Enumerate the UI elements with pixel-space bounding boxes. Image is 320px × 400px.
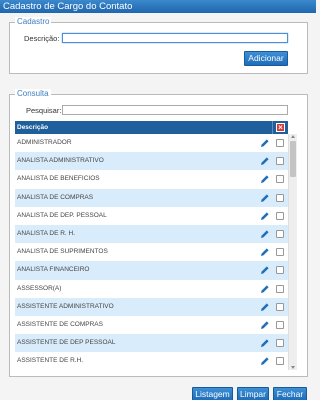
row-checkbox[interactable] <box>276 266 284 275</box>
search-input[interactable] <box>62 105 288 115</box>
edit-pencil-icon[interactable] <box>260 338 270 348</box>
table-row[interactable]: ASSISTENTE DE R.H. <box>15 352 288 370</box>
row-descricao: ANALISTA DE BENEFICIOS <box>17 175 100 183</box>
row-checkbox[interactable] <box>276 248 284 257</box>
table-row[interactable]: ANALISTA DE BENEFICIOS <box>15 170 288 188</box>
row-descricao: ANALISTA DE SUPRIMENTOS <box>17 248 108 256</box>
scroll-up-arrow-icon[interactable] <box>291 135 295 138</box>
limpar-button[interactable]: Limpar <box>237 387 269 400</box>
table-row[interactable]: ASSISTENTE DE DEP PESSOAL <box>15 334 288 353</box>
row-checkbox[interactable] <box>276 193 284 202</box>
table-row[interactable]: ANALISTA DE R. H. <box>15 224 288 244</box>
table-row[interactable]: ANALISTA FINANCEIRO <box>15 261 288 280</box>
edit-pencil-icon[interactable] <box>260 284 270 294</box>
row-descricao: ANALISTA ADMINISTRATIVO <box>17 157 104 165</box>
row-checkbox[interactable] <box>276 357 284 366</box>
column-separator <box>272 121 273 134</box>
table-row[interactable]: ANALISTA DE COMPRAS <box>15 188 288 207</box>
column-header-descricao[interactable]: Descrição <box>17 121 48 134</box>
edit-pencil-icon[interactable] <box>260 247 270 257</box>
cadastro-section: Cadastro <box>9 17 308 74</box>
delete-selected-icon[interactable]: × <box>276 123 285 132</box>
grid-body: ADMINISTRADOR ANALISTA ADMINISTRATIVO AN… <box>15 134 288 370</box>
edit-pencil-icon[interactable] <box>260 229 270 239</box>
cadastro-legend: Cadastro <box>15 17 52 27</box>
row-descricao: ADMINISTRADOR <box>17 139 72 146</box>
row-descricao: ANALISTA FINANCEIRO <box>17 266 90 274</box>
descricao-input[interactable] <box>62 33 288 43</box>
edit-pencil-icon[interactable] <box>260 302 270 312</box>
row-checkbox[interactable] <box>276 339 284 348</box>
table-row[interactable]: ASSESSOR(A) <box>15 280 288 298</box>
edit-pencil-icon[interactable] <box>260 320 270 330</box>
row-checkbox[interactable] <box>276 302 284 311</box>
table-row[interactable]: ANALISTA ADMINISTRATIVO <box>15 152 288 171</box>
row-descricao: ANALISTA DE COMPRAS <box>17 193 94 201</box>
fechar-button[interactable]: Fechar <box>273 387 307 400</box>
scrollbar-thumb[interactable] <box>290 141 296 177</box>
row-descricao: ANALISTA DE R. H. <box>17 229 76 237</box>
table-row[interactable]: ANALISTA DE DEP. PESSOAL <box>15 207 288 225</box>
edit-pencil-icon[interactable] <box>260 193 270 203</box>
table-row[interactable]: ADMINISTRADOR <box>15 134 288 152</box>
add-button[interactable]: Adicionar <box>244 51 288 66</box>
row-descricao: ASSISTENTE DE R.H. <box>17 357 84 365</box>
search-label: Pesquisar: <box>26 106 62 115</box>
grid-header: Descrição × <box>15 121 288 134</box>
row-checkbox[interactable] <box>276 211 284 220</box>
window-title: Cadastro de Cargo do Contato <box>0 0 316 13</box>
table-row[interactable]: ASSISTENTE ADMINISTRATIVO <box>15 297 288 316</box>
consulta-legend: Consulta <box>15 89 51 99</box>
edit-pencil-icon[interactable] <box>260 138 270 148</box>
row-checkbox[interactable] <box>276 157 284 166</box>
listagem-button[interactable]: Listagem <box>192 387 233 400</box>
grid-scrollbar[interactable] <box>288 134 297 370</box>
edit-pencil-icon[interactable] <box>260 174 270 184</box>
row-checkbox[interactable] <box>276 175 284 184</box>
row-checkbox[interactable] <box>276 284 284 293</box>
edit-pencil-icon[interactable] <box>260 211 270 221</box>
scroll-down-arrow-icon[interactable] <box>291 366 295 369</box>
row-checkbox[interactable] <box>276 320 284 329</box>
edit-pencil-icon[interactable] <box>260 265 270 275</box>
row-descricao: ASSISTENTE DE DEP PESSOAL <box>17 339 116 347</box>
edit-pencil-icon[interactable] <box>260 156 270 166</box>
row-descricao: ASSESSOR(A) <box>17 284 62 292</box>
table-row[interactable]: ANALISTA DE SUPRIMENTOS <box>15 243 288 261</box>
edit-pencil-icon[interactable] <box>260 356 270 366</box>
row-descricao: ASSISTENTE DE COMPRAS <box>17 320 103 328</box>
table-row[interactable]: ASSISTENTE DE COMPRAS <box>15 316 288 334</box>
descricao-label: Descrição: <box>24 34 60 43</box>
row-checkbox[interactable] <box>276 229 284 238</box>
row-checkbox[interactable] <box>276 139 284 147</box>
row-descricao: ASSISTENTE ADMINISTRATIVO <box>17 302 114 310</box>
row-descricao: ANALISTA DE DEP. PESSOAL <box>17 211 107 219</box>
